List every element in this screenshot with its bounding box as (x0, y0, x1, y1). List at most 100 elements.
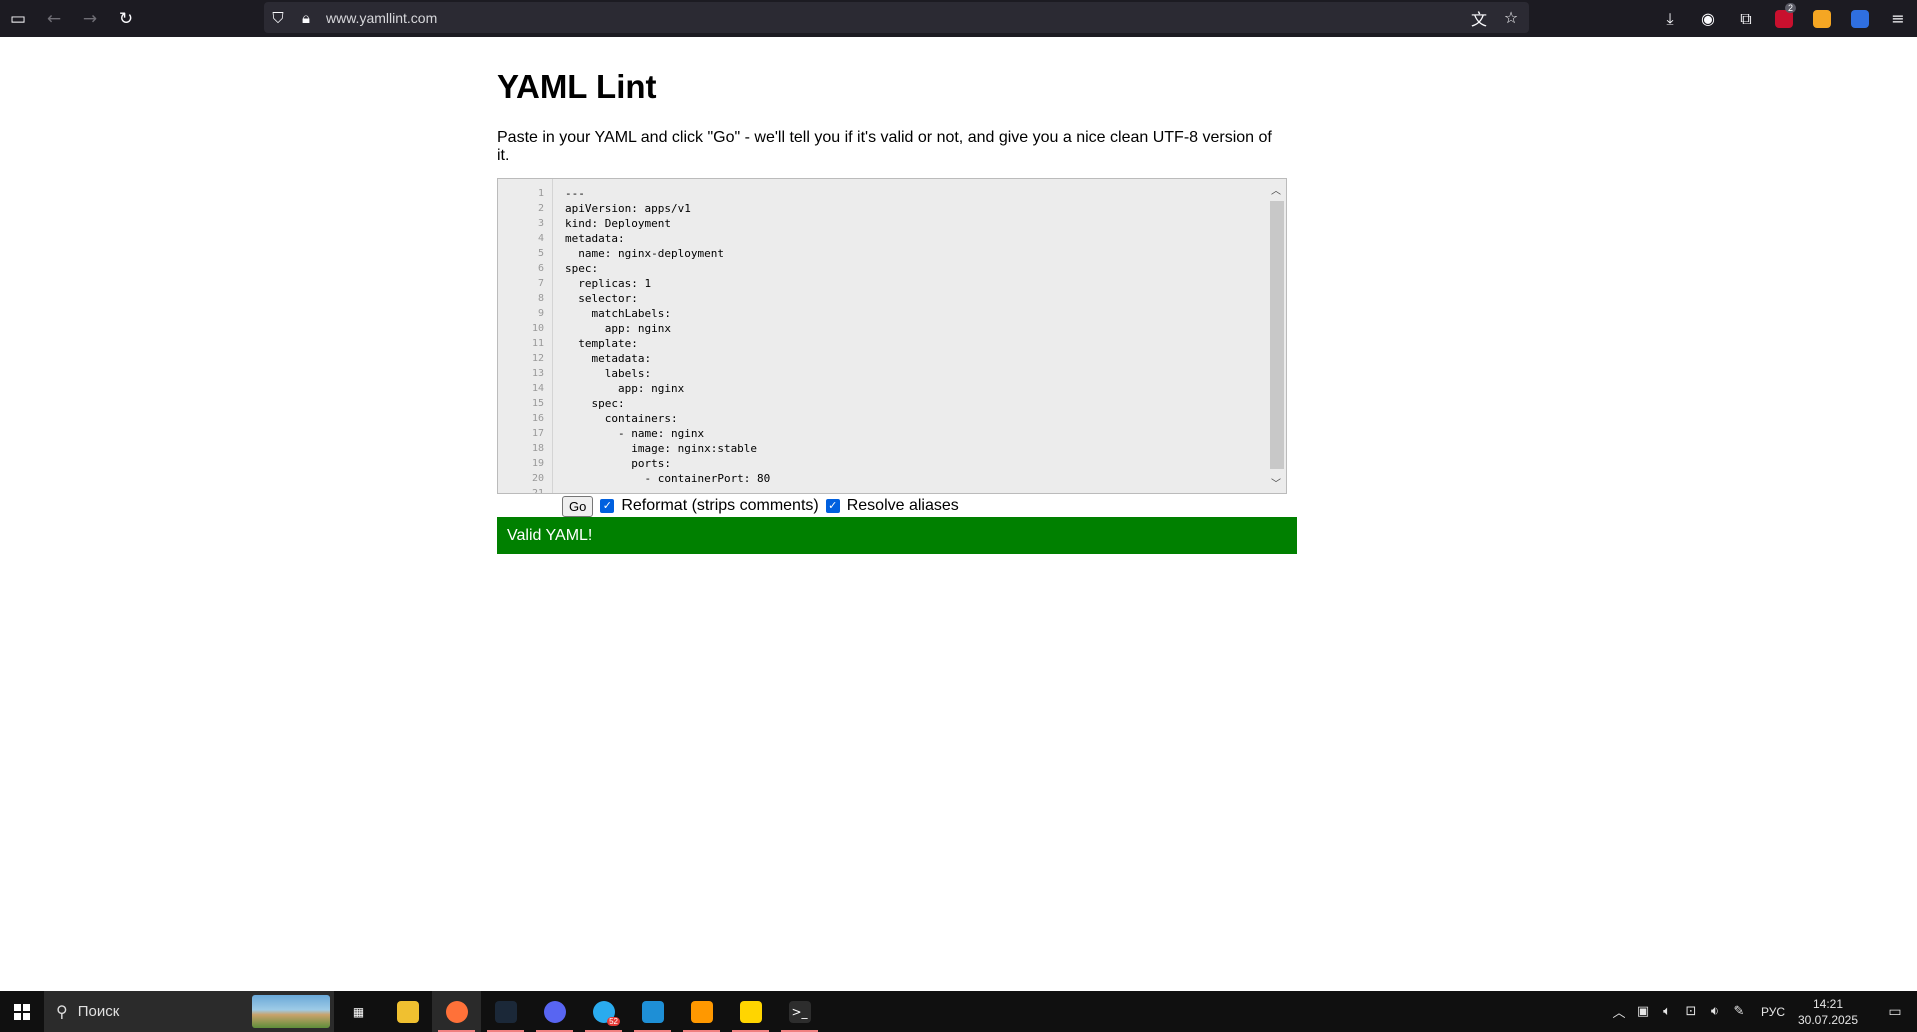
line-number: 7 (537, 278, 544, 289)
code-line[interactable]: name: nginx-deployment (565, 246, 724, 261)
start-button[interactable] (0, 991, 44, 1032)
url-text[interactable]: www.yamllint.com (326, 10, 437, 26)
reload-button[interactable]: ↻ (108, 0, 144, 37)
system-tray: ︿ ▣ 🔈︎ ⊡ 🔉︎ ✎ РУС 14:21 30.07.2025 ▭ (1607, 991, 1917, 1032)
bookmark-star-icon[interactable]: ☆ (1499, 8, 1523, 27)
code-line[interactable]: matchLabels: (565, 306, 670, 321)
sidebar-toggle-icon[interactable]: ▭ (0, 0, 36, 37)
network-icon[interactable]: ⊡ (1679, 1004, 1703, 1019)
line-number: 3 (537, 218, 544, 229)
line-number: 5 (537, 248, 544, 259)
telegram-badge: 52 (607, 1017, 620, 1026)
code-line[interactable]: --- (565, 186, 585, 201)
menu-icon[interactable]: ≡ (1879, 0, 1917, 37)
lint-controls: Go ✓ Reformat (strips comments) ✓ Resolv… (562, 495, 959, 517)
line-number: 9 (537, 308, 544, 319)
taskbar-app[interactable] (481, 991, 530, 1032)
taskbar-app[interactable] (628, 991, 677, 1032)
windows-logo-icon (14, 1003, 30, 1020)
line-number-gutter: 1 2 3 4 5 6 7 8 9 10 11 12 13 14 15 16 17 18 19 20 21 (498, 179, 553, 493)
code-line[interactable]: app: nginx (565, 321, 671, 336)
taskbar-app[interactable] (432, 991, 481, 1032)
line-number: 21 (531, 488, 544, 494)
code-line[interactable]: - name: nginx (565, 426, 704, 441)
taskbar-search[interactable]: ⚲ Поиск (44, 991, 334, 1032)
line-number: 16 (531, 413, 544, 424)
steam-icon (494, 1000, 517, 1023)
code-line[interactable]: selector: (565, 291, 638, 306)
browser-toolbar: ▭ ← → ↻ ⛉ 🔒︎ www.yamllint.com 文 ☆ ⤓ ◉ ⧉ … (0, 0, 1917, 37)
forward-button[interactable]: → (72, 0, 108, 37)
code-line[interactable]: containers: (565, 411, 678, 426)
code-line[interactable]: ports: (565, 456, 671, 471)
line-number: 15 (531, 398, 544, 409)
lock-app-icon (739, 1000, 762, 1023)
blue-extension-icon[interactable] (1841, 0, 1879, 37)
taskbar-app[interactable] (677, 991, 726, 1032)
taskbar-app[interactable]: 52 (579, 991, 628, 1032)
line-number: 13 (531, 368, 544, 379)
language-indicator[interactable]: РУС (1761, 1005, 1785, 1019)
taskbar-app[interactable]: ▦ (334, 991, 383, 1032)
code-line[interactable]: spec: (565, 396, 624, 411)
taskbar-app[interactable]: >_ (775, 991, 824, 1032)
clock[interactable]: 14:21 30.07.2025 (1795, 996, 1861, 1028)
volume-icon[interactable]: 🔉︎ (1703, 1004, 1727, 1019)
taskbar-app[interactable] (726, 991, 775, 1032)
task-view-icon: ▦ (347, 1000, 370, 1023)
line-number: 11 (531, 338, 544, 349)
speaker-icon[interactable]: 🔈︎ (1655, 1004, 1679, 1019)
scroll-down-icon[interactable]: ﹀ (1266, 475, 1286, 490)
extensions-icon[interactable]: ⧉ (1727, 0, 1765, 37)
search-highlight-image[interactable] (252, 995, 330, 1028)
code-line[interactable]: - containerPort: 80 (565, 471, 770, 486)
downloads-icon[interactable]: ⤓ (1651, 0, 1689, 37)
line-number: 4 (537, 233, 544, 244)
clock-time: 14:21 (1812, 996, 1844, 1011)
adblock-extension-icon[interactable]: 2 (1765, 0, 1803, 37)
shield-icon[interactable]: ⛉ (264, 9, 292, 27)
taskbar-app[interactable] (530, 991, 579, 1032)
page-title: YAML Lint (497, 68, 657, 105)
reformat-label[interactable]: Reformat (strips comments) (621, 497, 818, 515)
discord-icon (543, 1000, 566, 1023)
translate-icon[interactable]: 文 (1467, 6, 1491, 30)
code-line[interactable]: image: nginx:stable (565, 441, 757, 456)
line-number: 1 (537, 188, 544, 199)
back-button[interactable]: ← (36, 0, 72, 37)
code-line[interactable]: metadata: (565, 231, 625, 246)
pen-icon[interactable]: ✎ (1727, 1004, 1751, 1019)
search-placeholder[interactable]: Поиск (78, 1003, 120, 1020)
scrollbar-thumb[interactable] (1270, 201, 1284, 469)
account-icon[interactable]: ◉ (1689, 0, 1727, 37)
page-content: YAML Lint Paste in your YAML and click "… (497, 37, 1297, 554)
tray-overflow-icon[interactable]: ︿ (1607, 1002, 1631, 1021)
code-line[interactable]: app: nginx (565, 381, 684, 396)
code-line[interactable]: spec: (565, 261, 598, 276)
code-line[interactable]: metadata: (565, 351, 651, 366)
tray-app-icon[interactable]: ▣ (1631, 1004, 1655, 1019)
yaml-editor[interactable]: 1 2 3 4 5 6 7 8 9 10 11 12 13 14 15 16 17 18 19 20 21 --- api… (497, 178, 1287, 494)
sublime-icon (690, 1000, 713, 1023)
code-line[interactable]: apiVersion: apps/v1 (565, 201, 691, 216)
line-number: 17 (531, 428, 544, 439)
editor-scrollbar[interactable]: ︿ ﹀ (1266, 179, 1286, 493)
go-button[interactable]: Go (562, 495, 594, 517)
page-description: Paste in your YAML and click "Go" - we'l… (497, 129, 1272, 164)
code-line[interactable]: labels: (565, 366, 651, 381)
code-line[interactable]: kind: Deployment (565, 216, 671, 231)
code-line[interactable]: replicas: 1 (565, 276, 651, 291)
address-bar[interactable]: ⛉ 🔒︎ www.yamllint.com 文 ☆ (264, 2, 1529, 33)
orange-extension-icon[interactable] (1803, 0, 1841, 37)
taskbar-app[interactable] (383, 991, 432, 1032)
notifications-icon[interactable]: ▭ (1873, 991, 1917, 1032)
line-number: 18 (531, 443, 544, 454)
resolve-aliases-label[interactable]: Resolve aliases (847, 497, 959, 515)
validation-result: Valid YAML! (497, 517, 1297, 554)
resolve-aliases-checkbox[interactable]: ✓ (825, 499, 840, 513)
reformat-checkbox[interactable]: ✓ (600, 499, 615, 513)
line-number: 19 (531, 458, 544, 469)
code-line[interactable]: template: (565, 336, 638, 351)
scroll-up-icon[interactable]: ︿ (1266, 182, 1286, 197)
lock-icon[interactable]: 🔒︎ (292, 9, 320, 27)
